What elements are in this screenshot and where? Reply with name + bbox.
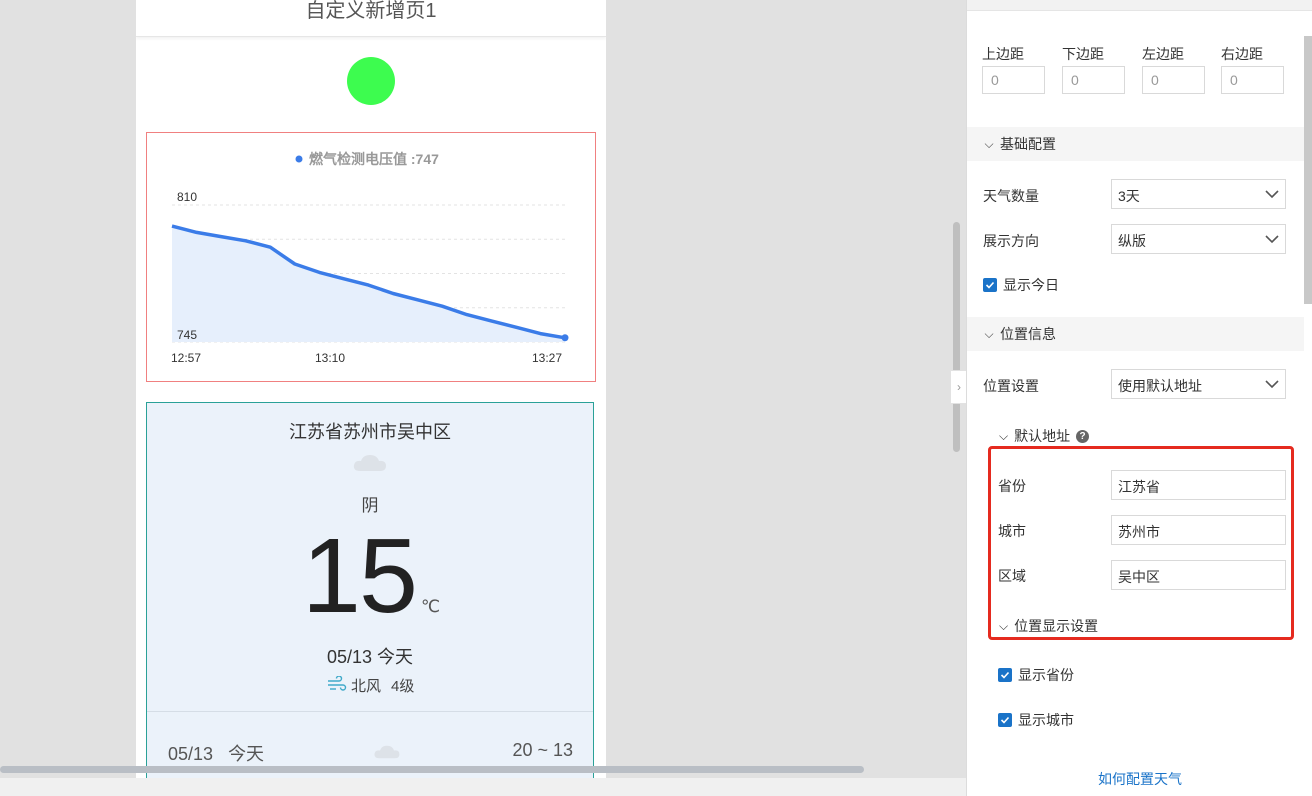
chart-canvas: 燃气检测电压值 :747 810 745 12:57 13:10 13:27 [171,151,569,365]
y-tick-label: 810 [177,190,197,204]
chevron-down-icon: ⌵ [984,136,994,151]
x-tick-label: 12:57 [171,351,201,365]
forecast-date: 05/13 今天 [168,740,264,766]
chevron-right-icon: › [957,380,961,394]
select-value: 使用默认地址 [1118,378,1202,394]
select-value: 3天 [1118,188,1140,204]
horizontal-scrollbar[interactable] [0,766,864,773]
wind-icon [327,674,347,696]
wind-info: 北风 4级 [327,674,415,696]
canvas-vertical-scrollbar[interactable] [953,222,960,452]
padding-left-label: 左边距 [1142,46,1184,62]
status-indicator[interactable] [347,57,395,105]
checkbox-label: 显示城市 [1018,712,1074,728]
padding-right-label: 右边距 [1221,46,1263,62]
checkmark-icon [983,278,997,292]
panel-vertical-scrollbar[interactable] [1304,36,1312,304]
weather-condition: 阴 [361,496,379,515]
bottom-bar [0,778,966,796]
checkbox-label: 显示今日 [1003,277,1059,293]
forecast-temperature-range: 20 ~ 13 [512,740,573,760]
config-panel: 上边距 下边距 左边距 右边距 0 0 0 0 ⌵ 基础配置 天气数量 3天 展… [966,0,1312,796]
y-tick-label: 745 [177,328,197,342]
checkbox-label: 显示省份 [1018,667,1074,683]
weather-count-select[interactable]: 3天 [1111,179,1286,209]
chevron-down-icon [1265,235,1279,244]
cloud-icon [352,453,388,478]
weather-location: 江苏省苏州市吴中区 [289,422,451,442]
weather-widget[interactable]: 江苏省苏州市吴中区 阴 15 ℃ 05/13 今天 北风 4级 05/13 今天 [146,402,594,796]
divider [147,711,593,712]
legend-label: 燃气检测电压值 :747 [309,151,439,167]
collapse-panel-button[interactable]: › [950,370,967,404]
subsection-title: 默认地址 [1014,428,1071,444]
gas-voltage-chart[interactable]: 燃气检测电压值 :747 810 745 12:57 13:10 13:27 [146,132,596,382]
padding-right-input[interactable]: 0 [1221,66,1284,94]
panel-top-bar [967,0,1312,11]
padding-top-input[interactable]: 0 [982,66,1045,94]
wind-level: 4级 [391,678,415,695]
padding-bottom-label: 下边距 [1062,46,1104,62]
x-tick-label: 13:27 [532,351,562,365]
location-setting-label: 位置设置 [983,378,1039,394]
checkmark-icon [998,713,1012,727]
show-province-checkbox[interactable]: 显示省份 [998,665,1074,685]
section-title: 基础配置 [1000,136,1056,152]
temperature-unit: ℃ [421,597,441,616]
legend-marker [295,155,303,163]
location-setting-select[interactable]: 使用默认地址 [1111,369,1286,399]
chevron-down-icon [1265,190,1279,199]
page-canvas: 自定义新增页1 燃气检测电压值 :747 810 745 12:57 13:10… [136,0,606,796]
highlight-annotation [988,446,1294,640]
select-value: 纵版 [1118,233,1146,249]
section-title: 位置信息 [1000,326,1056,342]
wind-direction: 北风 [351,678,382,695]
last-data-point [561,334,569,342]
how-to-configure-weather-link[interactable]: 如何配置天气 [967,769,1312,789]
weather-date: 05/13 今天 [326,647,414,667]
chevron-down-icon: ⌵ [984,326,994,341]
forecast-day: 今天 [228,744,265,764]
default-address-header[interactable]: ⌵ 默认地址 ? [999,426,1090,446]
page-header: 自定义新增页1 [136,0,606,37]
padding-left-input[interactable]: 0 [1142,66,1205,94]
cloud-icon [373,744,401,765]
section-location-info[interactable]: ⌵ 位置信息 [967,317,1304,351]
chevron-down-icon: ⌵ [999,428,1009,443]
padding-bottom-input[interactable]: 0 [1062,66,1125,94]
direction-label: 展示方向 [983,233,1039,249]
chevron-down-icon [1265,380,1279,389]
forecast-date-value: 05/13 [168,744,214,764]
padding-top-label: 上边距 [982,46,1024,62]
temperature-value: 15 [302,517,418,635]
direction-select[interactable]: 纵版 [1111,224,1286,254]
show-today-checkbox[interactable]: 显示今日 [983,275,1059,295]
show-city-checkbox[interactable]: 显示城市 [998,710,1074,730]
checkmark-icon [998,668,1012,682]
weather-count-label: 天气数量 [983,188,1039,204]
page-title: 自定义新增页1 [305,0,437,22]
help-icon[interactable]: ? [1076,429,1090,443]
section-basic-config[interactable]: ⌵ 基础配置 [967,127,1304,161]
x-tick-label: 13:10 [315,351,345,365]
